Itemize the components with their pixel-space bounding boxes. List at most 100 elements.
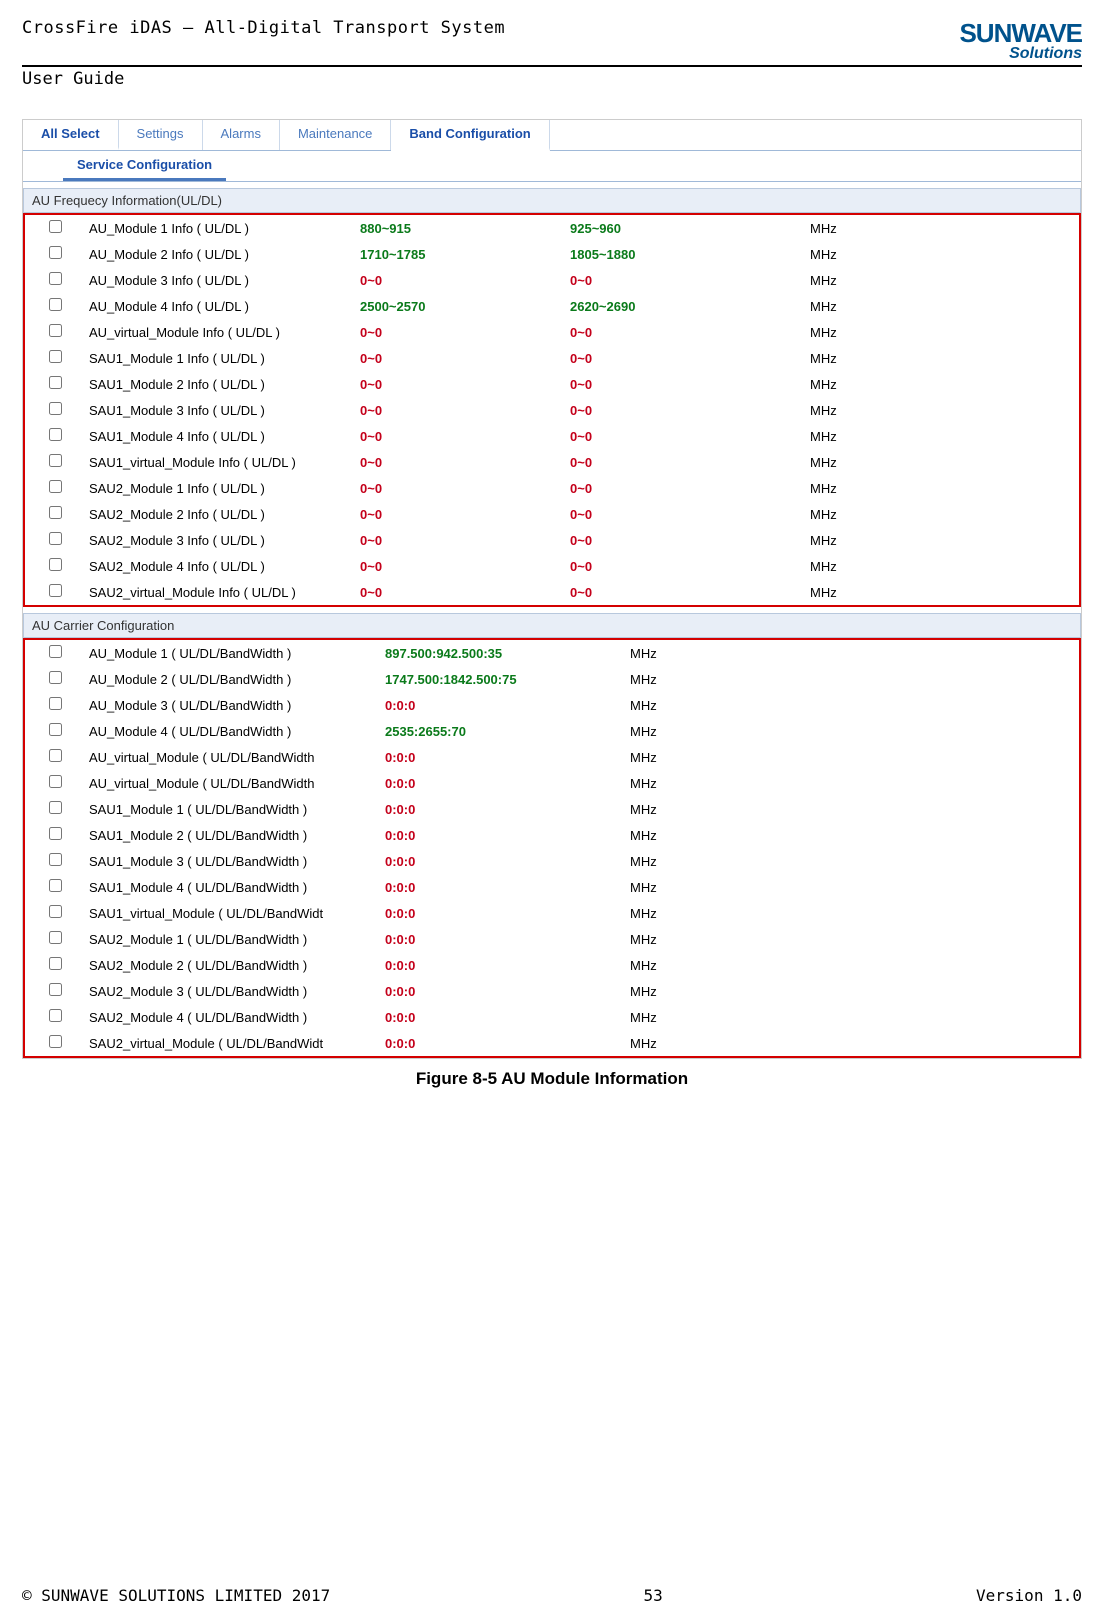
row-unit: MHz — [630, 698, 730, 713]
row-checkbox[interactable] — [49, 1009, 62, 1022]
freq-row: SAU2_Module 3 Info ( UL/DL )0~00~0MHz — [25, 527, 1079, 553]
row-checkbox[interactable] — [49, 879, 62, 892]
row-dl-value: 925~960 — [570, 221, 810, 236]
row-name: SAU2_virtual_Module Info ( UL/DL ) — [85, 585, 360, 600]
row-name: SAU1_Module 2 ( UL/DL/BandWidth ) — [85, 828, 385, 843]
carrier-row: AU_Module 2 ( UL/DL/BandWidth )1747.500:… — [25, 666, 1079, 692]
row-checkbox[interactable] — [49, 983, 62, 996]
row-ul-value: 1710~1785 — [360, 247, 570, 262]
row-unit: MHz — [630, 984, 730, 999]
tab-settings[interactable]: Settings — [119, 120, 203, 150]
row-checkbox[interactable] — [49, 298, 62, 311]
row-checkbox[interactable] — [49, 324, 62, 337]
row-name: SAU2_Module 4 Info ( UL/DL ) — [85, 559, 360, 574]
row-name: AU_Module 3 ( UL/DL/BandWidth ) — [85, 698, 385, 713]
row-checkbox[interactable] — [49, 827, 62, 840]
footer-page-number: 53 — [644, 1586, 663, 1605]
freq-row: SAU1_Module 1 Info ( UL/DL )0~00~0MHz — [25, 345, 1079, 371]
carrier-row: SAU2_Module 4 ( UL/DL/BandWidth )0:0:0MH… — [25, 1004, 1079, 1030]
row-value: 0:0:0 — [385, 1010, 630, 1025]
row-dl-value: 0~0 — [570, 481, 810, 496]
row-checkbox[interactable] — [49, 246, 62, 259]
row-value: 0:0:0 — [385, 698, 630, 713]
row-name: SAU2_Module 1 ( UL/DL/BandWidth ) — [85, 932, 385, 947]
row-dl-value: 0~0 — [570, 585, 810, 600]
row-ul-value: 0~0 — [360, 481, 570, 496]
row-checkbox[interactable] — [49, 506, 62, 519]
carrier-row: AU_Module 1 ( UL/DL/BandWidth )897.500:9… — [25, 640, 1079, 666]
row-name: SAU1_virtual_Module ( UL/DL/BandWidt — [85, 906, 385, 921]
row-name: AU_Module 1 ( UL/DL/BandWidth ) — [85, 646, 385, 661]
row-checkbox[interactable] — [49, 428, 62, 441]
carrier-row: SAU1_Module 3 ( UL/DL/BandWidth )0:0:0MH… — [25, 848, 1079, 874]
row-checkbox[interactable] — [49, 220, 62, 233]
tab-maintenance[interactable]: Maintenance — [280, 120, 391, 150]
figure-caption: Figure 8-5 AU Module Information — [22, 1069, 1082, 1089]
tab-band-configuration[interactable]: Band Configuration — [391, 120, 549, 151]
row-name: SAU1_Module 3 Info ( UL/DL ) — [85, 403, 360, 418]
row-ul-value: 0~0 — [360, 507, 570, 522]
carrier-row: SAU2_virtual_Module ( UL/DL/BandWidt0:0:… — [25, 1030, 1079, 1056]
row-unit: MHz — [810, 273, 890, 288]
row-unit: MHz — [630, 802, 730, 817]
row-ul-value: 2500~2570 — [360, 299, 570, 314]
row-unit: MHz — [630, 828, 730, 843]
carrier-row: SAU2_Module 2 ( UL/DL/BandWidth )0:0:0MH… — [25, 952, 1079, 978]
row-unit: MHz — [810, 559, 890, 574]
row-checkbox[interactable] — [49, 402, 62, 415]
row-ul-value: 0~0 — [360, 325, 570, 340]
row-checkbox[interactable] — [49, 350, 62, 363]
row-checkbox[interactable] — [49, 272, 62, 285]
row-checkbox[interactable] — [49, 645, 62, 658]
row-checkbox[interactable] — [49, 801, 62, 814]
tab-all-select[interactable]: All Select — [23, 120, 119, 150]
doc-subtitle: User Guide — [22, 69, 1082, 89]
footer-version: Version 1.0 — [976, 1586, 1082, 1605]
row-unit: MHz — [810, 429, 890, 444]
row-name: SAU1_virtual_Module Info ( UL/DL ) — [85, 455, 360, 470]
row-checkbox[interactable] — [49, 454, 62, 467]
row-unit: MHz — [810, 507, 890, 522]
row-ul-value: 0~0 — [360, 455, 570, 470]
au-carrier-table: AU_Module 1 ( UL/DL/BandWidth )897.500:9… — [23, 638, 1081, 1058]
freq-row: AU_Module 4 Info ( UL/DL )2500~25702620~… — [25, 293, 1079, 319]
row-checkbox[interactable] — [49, 957, 62, 970]
row-name: SAU1_Module 4 ( UL/DL/BandWidth ) — [85, 880, 385, 895]
subtab-service-configuration[interactable]: Service Configuration — [63, 151, 226, 181]
row-checkbox[interactable] — [49, 584, 62, 597]
row-ul-value: 0~0 — [360, 559, 570, 574]
row-checkbox[interactable] — [49, 905, 62, 918]
row-checkbox[interactable] — [49, 376, 62, 389]
row-name: SAU1_Module 1 Info ( UL/DL ) — [85, 351, 360, 366]
carrier-row: SAU2_Module 3 ( UL/DL/BandWidth )0:0:0MH… — [25, 978, 1079, 1004]
row-ul-value: 0~0 — [360, 585, 570, 600]
row-unit: MHz — [630, 958, 730, 973]
row-ul-value: 0~0 — [360, 377, 570, 392]
doc-title: CrossFire iDAS – All-Digital Transport S… — [22, 18, 505, 38]
row-ul-value: 880~915 — [360, 221, 570, 236]
row-checkbox[interactable] — [49, 480, 62, 493]
row-checkbox[interactable] — [49, 775, 62, 788]
row-checkbox[interactable] — [49, 1035, 62, 1048]
tab-alarms[interactable]: Alarms — [203, 120, 280, 150]
row-name: AU_Module 4 ( UL/DL/BandWidth ) — [85, 724, 385, 739]
row-checkbox[interactable] — [49, 749, 62, 762]
row-name: SAU2_Module 2 Info ( UL/DL ) — [85, 507, 360, 522]
freq-row: SAU2_virtual_Module Info ( UL/DL )0~00~0… — [25, 579, 1079, 605]
row-checkbox[interactable] — [49, 671, 62, 684]
carrier-row: SAU1_virtual_Module ( UL/DL/BandWidt0:0:… — [25, 900, 1079, 926]
logo: SUNWAVE Solutions — [959, 18, 1082, 63]
freq-row: AU_virtual_Module Info ( UL/DL )0~00~0MH… — [25, 319, 1079, 345]
row-checkbox[interactable] — [49, 532, 62, 545]
row-name: SAU2_Module 4 ( UL/DL/BandWidth ) — [85, 1010, 385, 1025]
row-name: SAU1_Module 2 Info ( UL/DL ) — [85, 377, 360, 392]
row-value: 1747.500:1842.500:75 — [385, 672, 630, 687]
row-name: SAU2_Module 3 Info ( UL/DL ) — [85, 533, 360, 548]
row-dl-value: 1805~1880 — [570, 247, 810, 262]
row-checkbox[interactable] — [49, 697, 62, 710]
row-checkbox[interactable] — [49, 723, 62, 736]
row-dl-value: 0~0 — [570, 533, 810, 548]
row-checkbox[interactable] — [49, 931, 62, 944]
row-checkbox[interactable] — [49, 558, 62, 571]
row-checkbox[interactable] — [49, 853, 62, 866]
